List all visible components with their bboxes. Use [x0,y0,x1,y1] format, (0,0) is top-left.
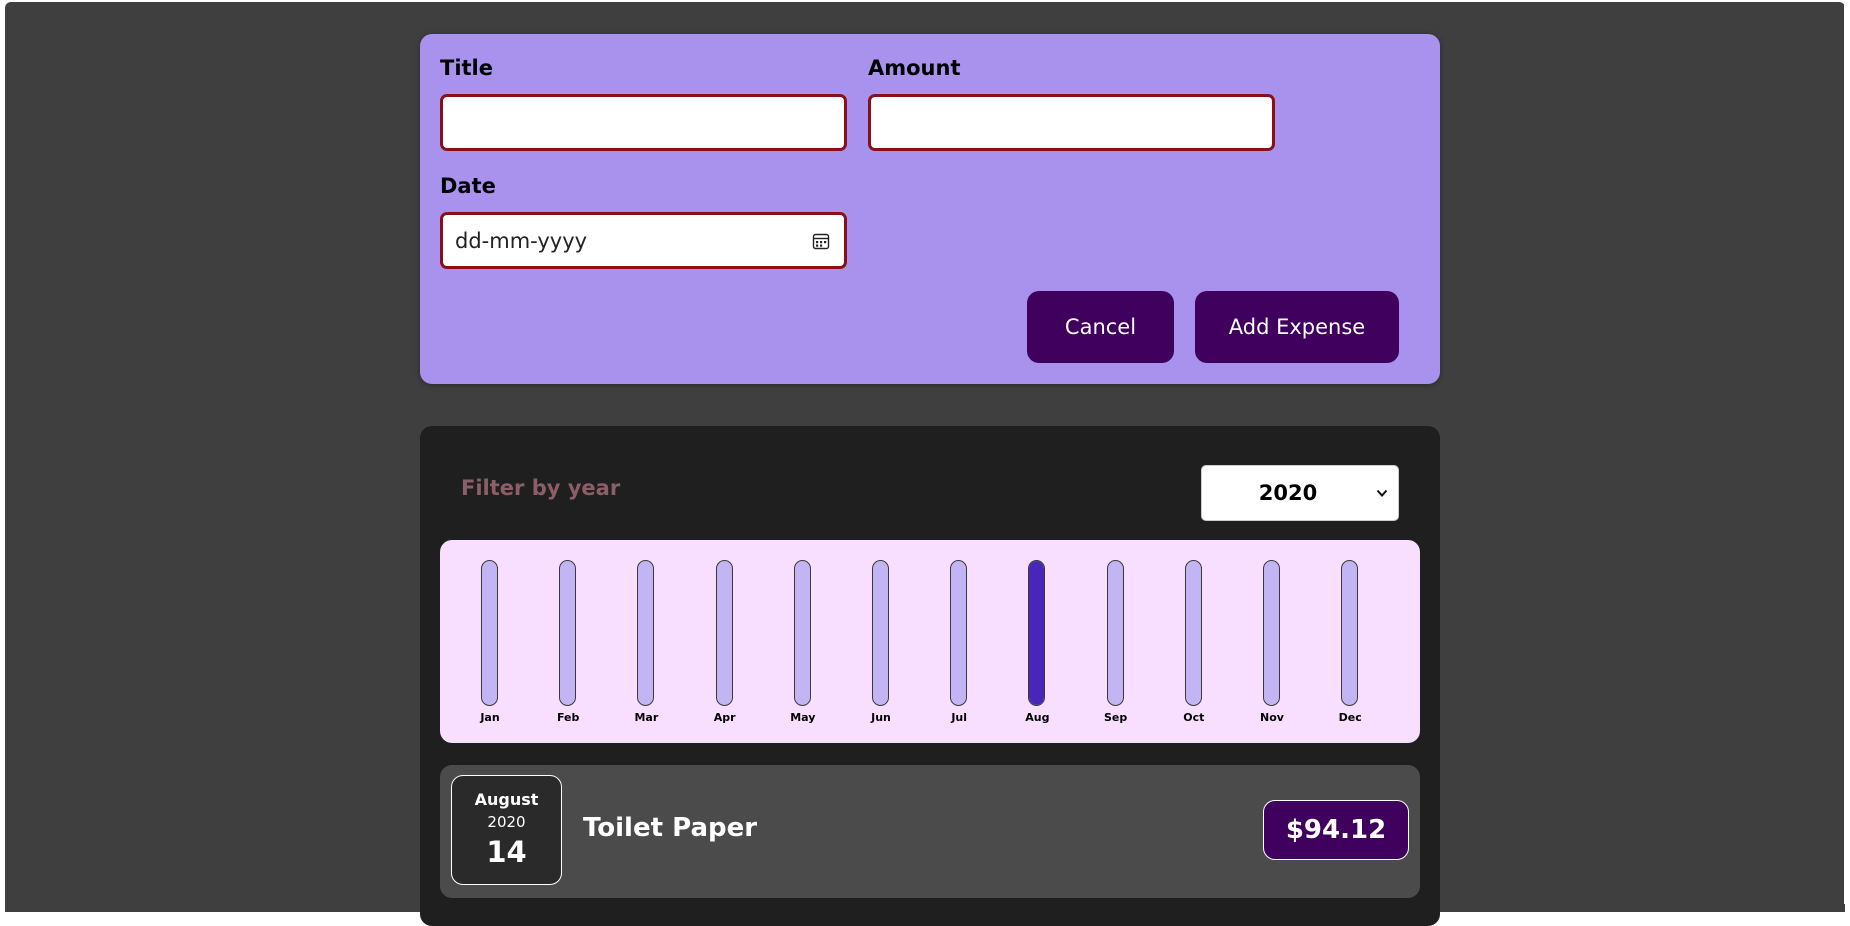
chart-bar-label: Aug [1025,711,1050,724]
chart-bar-label: Jan [480,711,500,724]
chart-bar-feb: Feb [548,560,588,730]
chart-bar-track [1341,560,1359,706]
expenses-panel: Filter by year 2020 Jan Feb Mar Apr May Jun Ju… [420,426,1440,926]
calendar-icon[interactable] [812,232,830,250]
chart-bar-may: May [783,560,823,730]
title-label: Title [440,56,494,80]
chart-bar-aug: Aug [1017,560,1057,730]
chart-bar-nov: Nov [1252,560,1292,730]
new-expense-form: Title Amount Date dd-mm-yyyy Cancel Add … [420,34,1440,384]
expense-amount: $94.12 [1263,800,1409,860]
year-select[interactable]: 2020 [1201,465,1399,521]
expenses-chart: Jan Feb Mar Apr May Jun Jul Aug Sep Oct Nov Dec [440,540,1420,743]
chart-bar-label: Jun [871,711,891,724]
chart-bar-track [872,560,889,706]
expense-date: August 2020 14 [451,775,562,885]
chart-bar-sep: Sep [1096,560,1136,730]
chart-bar-label: Mar [634,711,659,724]
date-input[interactable]: dd-mm-yyyy [440,212,847,269]
chart-bar-label: Feb [556,711,580,724]
title-input[interactable] [440,94,847,151]
chart-bar-track [950,560,968,706]
cancel-button[interactable]: Cancel [1027,291,1174,363]
chart-bar-track [559,560,577,706]
chart-bar-track [481,560,498,706]
expense-item: August 2020 14 Toilet Paper $94.12 [440,765,1420,898]
expense-title: Toilet Paper [583,813,758,843]
year-select-value: 2020 [1258,481,1318,505]
expense-date-month: August [474,790,539,809]
chart-bar-dec: Dec [1330,560,1370,730]
chart-bar-label: Nov [1260,711,1284,724]
chart-bar-mar: Mar [626,560,666,730]
chart-bar-fill [1029,561,1045,705]
chart-bar-track [1106,560,1124,706]
chart-bar-track [715,560,733,706]
date-label: Date [440,174,496,198]
chart-bar-jan: Jan [470,560,510,730]
chart-bar-track [637,560,655,706]
app-background: Title Amount Date dd-mm-yyyy Cancel Add … [5,2,1845,926]
chart-bar-track [793,560,811,706]
date-placeholder: dd-mm-yyyy [455,229,588,253]
chart-bar-label: Dec [1338,711,1362,724]
chart-bar-label: May [790,711,816,724]
chart-bar-label: Jul [951,711,968,724]
chart-bar-track [1184,560,1202,706]
filter-label: Filter by year [461,476,621,500]
chart-bar-label: Oct [1183,711,1205,724]
chart-bar-oct: Oct [1174,560,1214,730]
chart-bar-track [1263,560,1280,706]
chart-bar-label: Apr [713,711,736,724]
expense-date-year: 2020 [487,813,526,831]
add-expense-button[interactable]: Add Expense [1195,291,1399,363]
chart-bar-label: Sep [1103,711,1128,724]
expense-date-day: 14 [486,835,527,869]
chevron-down-icon [1376,489,1388,497]
chart-bar-jun: Jun [861,560,901,730]
amount-input[interactable] [868,94,1275,151]
scrollbar[interactable] [1844,0,1850,904]
chart-bar-apr: Apr [705,560,745,730]
chart-bar-jul: Jul [939,560,979,730]
chart-bar-track [1028,560,1046,706]
amount-label: Amount [868,56,961,80]
